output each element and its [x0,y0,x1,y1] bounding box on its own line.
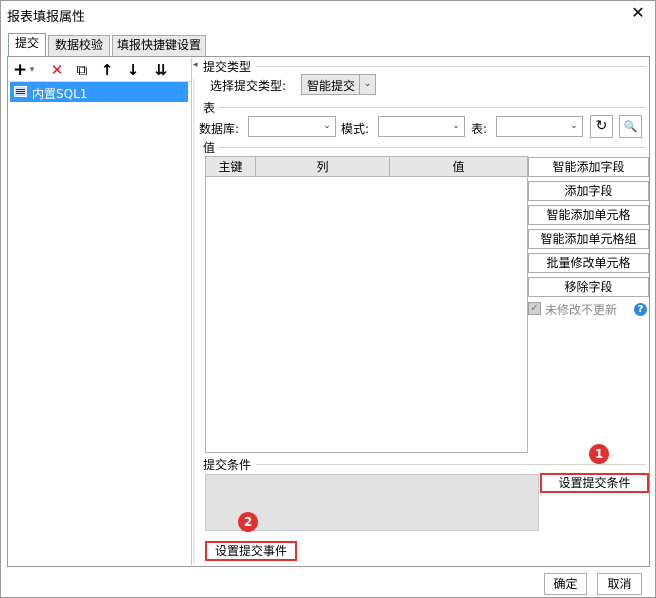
database-label: 数据库: [199,122,240,136]
section-title-submit-type: 提交类型 [203,60,252,74]
set-submit-event-button[interactable]: 设置提交事件 [205,541,297,561]
column-header-column[interactable]: 列 [256,157,390,177]
refresh-button[interactable]: ↻ [590,115,613,138]
move-down-icon[interactable]: ↓ [125,60,141,80]
chevron-down-icon: ⌄ [452,121,460,131]
refresh-icon: ↻ [595,118,608,134]
submit-settings-pane: 提交类型 选择提交类型: 智能提交 ⌄ 表 数据库: ⌄ 模式: ⌄ 表: ⌄ … [198,57,649,566]
column-header-primary-key[interactable]: 主键 [206,157,256,177]
checkbox-check-icon: ✓ [528,302,541,315]
step-badge-1: 1 [589,444,609,464]
sql-icon [14,86,27,97]
section-title-values: 值 [203,141,216,155]
add-icon[interactable]: + [13,60,27,80]
submit-type-select[interactable]: 智能提交 ⌄ [301,74,376,95]
collapse-left-icon[interactable]: ◂ [193,60,198,70]
table-select[interactable]: ⌄ [496,116,583,137]
submit-type-value: 智能提交 [307,79,356,93]
chevron-down-icon: ⌄ [323,121,331,131]
table-label: 表: [471,122,488,136]
chevron-down-icon: ⌄ [359,75,375,94]
dialog-window: 报表填报属性 ✕ 提交 数据校验 填报快捷键设置 + ▾ ✕ ⧉ ↑ ↓ ⇊ 内… [0,0,656,598]
preview-table-button[interactable]: 🔍 [619,115,642,138]
submit-list-pane: + ▾ ✕ ⧉ ↑ ↓ ⇊ 内置SQL1 [9,58,192,565]
set-submit-condition-button[interactable]: 设置提交条件 [540,473,649,493]
title-bar: 报表填报属性 ✕ [1,1,655,27]
move-up-icon[interactable]: ↑ [99,60,115,80]
smart-add-cell-group-button[interactable]: 智能添加单元格组 [528,229,649,249]
section-divider [218,147,646,148]
close-icon[interactable]: ✕ [629,4,647,22]
section-divider [256,464,646,465]
database-select[interactable]: ⌄ [248,116,336,137]
copy-icon[interactable]: ⧉ [73,60,91,80]
section-title-table: 表 [203,101,216,115]
cancel-button[interactable]: 取消 [597,573,642,595]
section-divider [256,66,646,67]
column-header-value[interactable]: 值 [390,157,527,177]
remove-field-button[interactable]: 移除字段 [528,277,649,297]
pane-splitter[interactable] [193,79,195,565]
list-toolbar: + ▾ ✕ ⧉ ↑ ↓ ⇊ [9,58,192,82]
add-dropdown-icon[interactable]: ▾ [27,60,37,80]
smart-add-cell-button[interactable]: 智能添加单元格 [528,205,649,225]
section-title-submit-condition: 提交条件 [203,458,252,472]
tab-data-validation[interactable]: 数据校验 [48,35,110,56]
sort-icon[interactable]: ⇊ [152,60,170,80]
preview-icon: 🔍 [623,120,638,133]
checkbox-label: 未修改不更新 [545,303,618,317]
chevron-down-icon: ⌄ [570,121,578,131]
ok-button[interactable]: 确定 [544,573,587,595]
list-item[interactable]: 内置SQL1 [10,82,188,102]
delete-icon[interactable]: ✕ [49,60,65,80]
step-badge-2: 2 [238,512,258,532]
batch-edit-cells-button[interactable]: 批量修改单元格 [528,253,649,273]
submit-type-label: 选择提交类型: [210,79,287,93]
schema-select[interactable]: ⌄ [378,116,465,137]
smart-add-field-button[interactable]: 智能添加字段 [528,157,649,177]
tab-shortcut-settings[interactable]: 填报快捷键设置 [112,35,206,56]
help-icon[interactable]: ? [634,303,647,316]
table-header: 主键 列 值 [206,157,527,177]
list-item-label: 内置SQL1 [32,87,88,101]
section-divider [218,107,646,108]
field-mapping-table[interactable]: 主键 列 值 [205,156,528,453]
schema-label: 模式: [341,122,370,136]
tab-panel-submit: + ▾ ✕ ⧉ ↑ ↓ ⇊ 内置SQL1 ◂ 提交类型 选择提交类型: 智能提交… [7,56,650,567]
add-field-button[interactable]: 添加字段 [528,181,649,201]
tab-submit[interactable]: 提交 [8,33,46,57]
window-title: 报表填报属性 [7,10,86,25]
